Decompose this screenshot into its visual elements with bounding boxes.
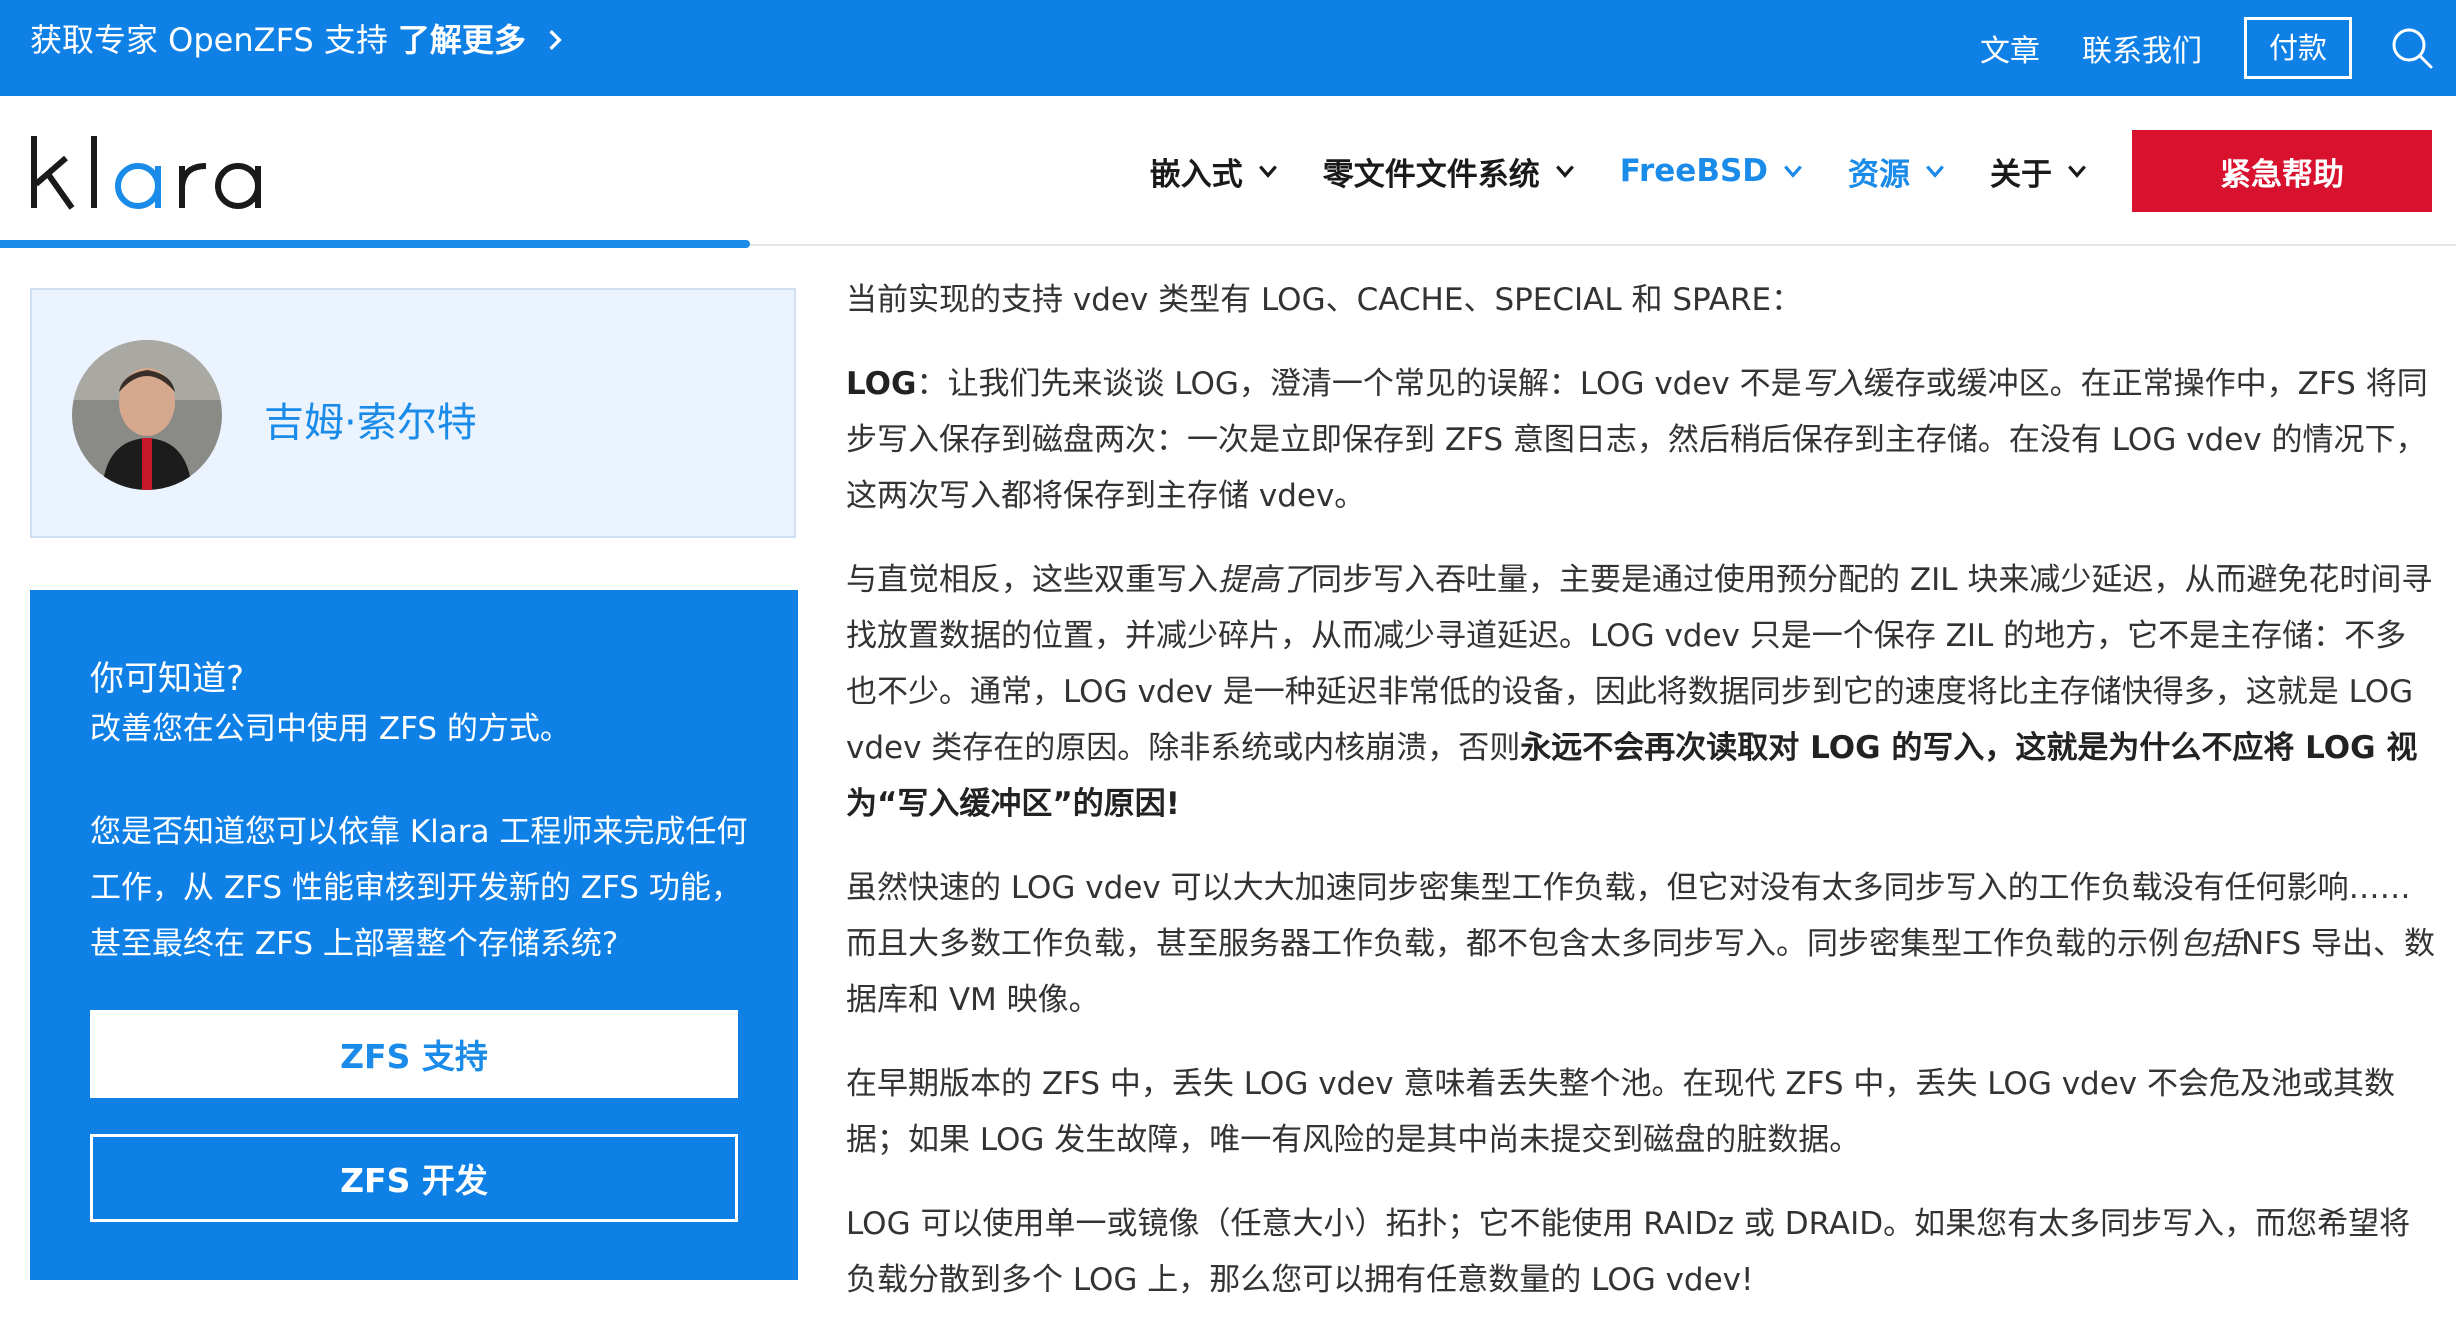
chevron-down-icon <box>1926 165 1944 178</box>
paragraph-3: 与直觉相反，这些双重写入提高了同步写入吞吐量，主要是通过使用预分配的 ZIL 块… <box>846 552 2436 832</box>
text-span: 虽然快速的 LOG vdev 可以大大加速同步密集型工作负载，但它对没有太多同步… <box>846 870 2411 962</box>
top-right-links: 文章 联系我们 付款 <box>1980 0 2456 96</box>
contact-link[interactable]: 联系我们 <box>2082 26 2202 70</box>
nav-freebsd[interactable]: FreeBSD <box>1620 153 1804 189</box>
chevron-down-icon <box>1784 165 1802 178</box>
nav-embedded[interactable]: 嵌入式 <box>1150 149 1279 194</box>
zfs-development-button[interactable]: ZFS 开发 <box>90 1134 738 1222</box>
chevron-down-icon <box>2068 165 2086 178</box>
card-body: 您是否知道您可以依靠 Klara 工程师来完成任何工作，从 ZFS 性能审核到开… <box>90 814 748 962</box>
text-span: ：让我们先来谈谈 LOG，澄清一个常见的误解：LOG vdev 不是 <box>916 366 1802 402</box>
klara-logo[interactable]: klara <box>28 134 272 210</box>
nav-zfs[interactable]: 零文件文件系统 <box>1323 149 1576 194</box>
articles-link[interactable]: 文章 <box>1980 26 2040 70</box>
emphasis: 提高了 <box>1218 562 1311 598</box>
did-you-know-card: 你可知道? 改善您在公司中使用 ZFS 的方式。 您是否知道您可以依靠 Klar… <box>30 590 798 1280</box>
nav-about[interactable]: 关于 <box>1990 149 2088 194</box>
term-log: LOG <box>846 366 917 402</box>
card-subtitle: 改善您在公司中使用 ZFS 的方式。 <box>90 711 571 747</box>
promo-text: 获取专家 OpenZFS 支持 <box>30 21 388 59</box>
paragraph-5: 在早期版本的 ZFS 中，丢失 LOG vdev 意味着丢失整个池。在现代 ZF… <box>846 1066 2395 1158</box>
site-header: klara 嵌入式 零文件文件系统 FreeBSD 资源 <box>0 96 2456 246</box>
chevron-right-icon <box>549 30 562 50</box>
nav-label: 关于 <box>1990 156 2052 193</box>
emphasis: 写入 <box>1801 366 1864 402</box>
emphasis: 包括 <box>2179 926 2241 962</box>
author-name[interactable]: 吉姆·索尔特 <box>264 390 477 448</box>
top-promo-bar: 获取专家 OpenZFS 支持 了解更多 文章 联系我们 付款 <box>0 0 2456 96</box>
main-nav: 嵌入式 零文件文件系统 FreeBSD 资源 关于 紧急帮助 <box>1150 130 2432 212</box>
nav-resources[interactable]: 资源 <box>1848 149 1946 194</box>
zfs-support-button[interactable]: ZFS 支持 <box>90 1010 738 1098</box>
paragraph-2: LOG：让我们先来谈谈 LOG，澄清一个常见的误解：LOG vdev 不是写入缓… <box>846 356 2436 524</box>
chevron-down-icon <box>1258 165 1277 178</box>
nav-label: 零文件文件系统 <box>1322 156 1540 193</box>
article-body: 当前实现的支持 vdev 类型有 LOG、CACHE、SPECIAL 和 SPA… <box>846 272 2436 1336</box>
nav-label: FreeBSD <box>1619 153 1768 189</box>
nav-label: 资源 <box>1848 156 1910 193</box>
nav-label: 嵌入式 <box>1149 156 1243 193</box>
author-avatar[interactable] <box>72 340 222 490</box>
paragraph-6: LOG 可以使用单一或镜像（任意大小）拓扑；它不能使用 RAIDz 或 DRAI… <box>846 1206 2411 1298</box>
text-span: 与直觉相反，这些双重写入 <box>846 562 1218 598</box>
promo-learn-more: 了解更多 <box>397 21 526 59</box>
paragraph-4: 虽然快速的 LOG vdev 可以大大加速同步密集型工作负载，但它对没有太多同步… <box>846 860 2436 1028</box>
emergency-help-button[interactable]: 紧急帮助 <box>2132 130 2432 212</box>
author-card: 吉姆·索尔特 <box>30 288 796 538</box>
chevron-down-icon <box>1555 165 1574 178</box>
paragraph-1: 当前实现的支持 vdev 类型有 LOG、CACHE、SPECIAL 和 SPA… <box>846 282 1803 318</box>
promo-link[interactable]: 获取专家 OpenZFS 支持 了解更多 <box>30 20 566 60</box>
reading-progress-bar <box>0 240 750 248</box>
card-title: 你可知道? <box>90 659 245 699</box>
pay-button[interactable]: 付款 <box>2243 17 2352 79</box>
search-icon[interactable] <box>2390 26 2434 70</box>
